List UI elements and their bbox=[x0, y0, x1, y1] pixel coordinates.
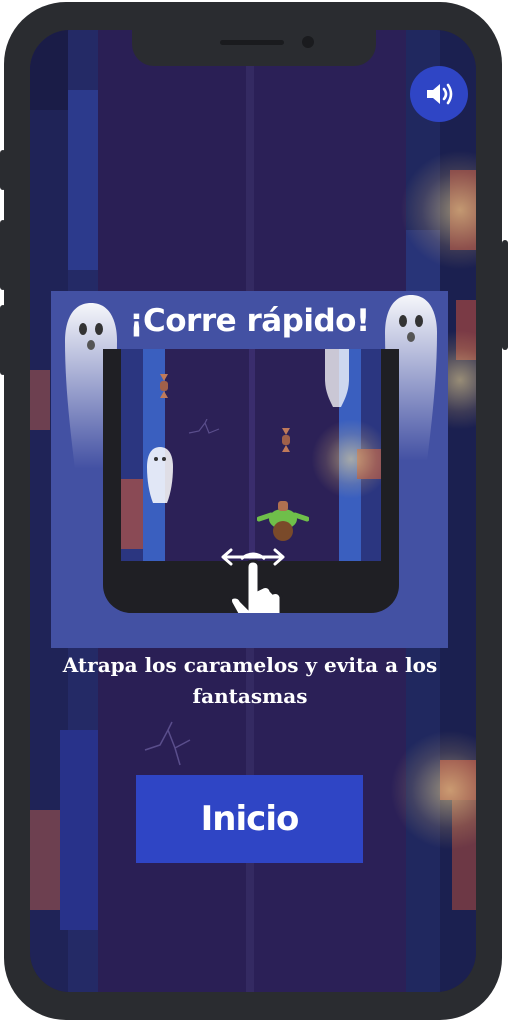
tutorial-preview bbox=[103, 349, 399, 613]
wall-tile bbox=[30, 30, 68, 110]
start-button[interactable]: Inicio bbox=[136, 775, 363, 863]
phone-notch bbox=[132, 30, 376, 66]
tutorial-card: ¡Corre rápido! bbox=[51, 291, 448, 648]
player-character-icon bbox=[257, 501, 309, 541]
crack-decoration bbox=[144, 721, 191, 766]
phone-speaker bbox=[220, 40, 284, 45]
crack-decoration bbox=[188, 419, 220, 434]
speaker-volume-icon bbox=[427, 83, 453, 105]
sound-toggle-button[interactable] bbox=[410, 66, 468, 122]
phone-side-button bbox=[0, 305, 6, 375]
phone-side-button bbox=[0, 220, 6, 290]
tutorial-preview-game bbox=[121, 349, 381, 561]
wall-tile bbox=[68, 90, 98, 270]
wall-tile bbox=[121, 479, 143, 549]
candy-icon bbox=[160, 374, 168, 398]
wall-tile bbox=[60, 730, 98, 930]
ghost-icon bbox=[147, 447, 173, 503]
wall-tile bbox=[30, 810, 60, 910]
swipe-hand-icon bbox=[221, 548, 285, 613]
wall-tile bbox=[30, 370, 50, 430]
phone-camera bbox=[302, 36, 314, 48]
ghost-icon bbox=[325, 349, 349, 407]
street-lamp-glow bbox=[311, 419, 381, 499]
phone-side-button bbox=[502, 240, 508, 350]
instruction-text: Atrapa los caramelos y evita a los fanta… bbox=[62, 653, 438, 708]
street-line bbox=[249, 349, 255, 561]
candy-icon bbox=[282, 428, 290, 452]
phone-side-button bbox=[0, 150, 6, 190]
